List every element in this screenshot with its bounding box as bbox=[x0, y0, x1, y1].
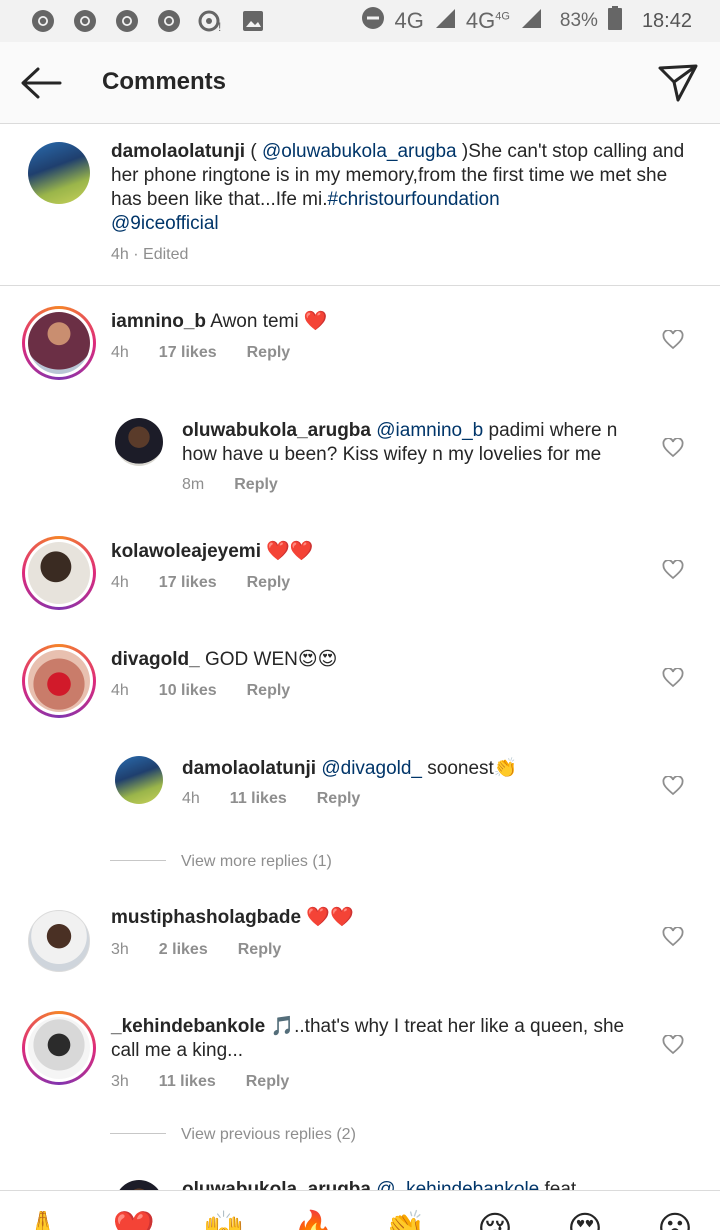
comment-text: damolaolatunji @divagold_ soonest👏 bbox=[182, 758, 518, 779]
likes-count[interactable]: 10 likes bbox=[159, 682, 217, 700]
system-status: 4G 4G4G 83% 18:42 bbox=[361, 6, 692, 36]
heart-icon[interactable] bbox=[662, 926, 684, 947]
heart-icon[interactable] bbox=[662, 437, 684, 458]
likes-count[interactable]: 11 likes bbox=[230, 790, 287, 808]
comment-meta: 4h 17 likes Reply bbox=[111, 574, 291, 592]
mention-link[interactable]: @iamnino_b bbox=[376, 420, 483, 441]
heart-icon[interactable] bbox=[662, 329, 684, 350]
emoji-quick-bar: 🙏 ❤️ 🙌 🔥 👏 😢 😍 😮 bbox=[0, 1190, 720, 1230]
caption-username[interactable]: damolaolatunji bbox=[111, 141, 245, 162]
reply-button[interactable]: Reply bbox=[234, 476, 278, 494]
mention-link[interactable]: @9iceofficial bbox=[111, 213, 219, 234]
comment-text: iamnino_b Awon temi ❤️ bbox=[111, 311, 328, 332]
image-icon bbox=[240, 8, 266, 34]
comment-text: mustiphasholagbade ❤️❤️ bbox=[111, 907, 354, 928]
signal-icon bbox=[434, 7, 456, 35]
status-bar: ! 4G 4G4G 83% 18:42 bbox=[0, 0, 720, 42]
chrome-icon bbox=[156, 8, 182, 34]
emoji-button[interactable]: 😮 bbox=[653, 1209, 697, 1230]
emoji-button[interactable]: 🙏 bbox=[21, 1209, 65, 1230]
sync-icon: ! bbox=[198, 8, 224, 34]
comment-text: oluwabukola_arugba @_kehindebankole feat bbox=[182, 1178, 642, 1190]
hashtag-link[interactable]: #christourfoundation bbox=[328, 189, 500, 210]
comment-meta: 3h 2 likes Reply bbox=[111, 941, 282, 959]
battery-icon bbox=[607, 6, 622, 36]
avatar[interactable] bbox=[115, 756, 163, 804]
avatar[interactable] bbox=[22, 536, 96, 610]
heart-icon[interactable] bbox=[662, 559, 684, 580]
arrow-left-icon[interactable] bbox=[18, 64, 64, 102]
caption-text: damolaolatunji ( @oluwabukola_arugba )Sh… bbox=[111, 141, 685, 234]
reply-button[interactable]: Reply bbox=[247, 344, 291, 362]
emoji-button[interactable]: 👏 bbox=[383, 1209, 427, 1230]
likes-count[interactable]: 17 likes bbox=[159, 574, 217, 592]
svg-text:!: ! bbox=[218, 20, 221, 33]
comment-meta: 4h 10 likes Reply bbox=[111, 682, 291, 700]
comment-meta: 3h 11 likes Reply bbox=[111, 1073, 290, 1091]
divider bbox=[110, 1133, 166, 1134]
signal-icon bbox=[520, 7, 542, 35]
reply-button[interactable]: Reply bbox=[247, 682, 291, 700]
likes-count[interactable]: 11 likes bbox=[159, 1073, 216, 1091]
heart-icon[interactable] bbox=[662, 775, 684, 796]
mention-link[interactable]: @oluwabukola_arugba bbox=[262, 141, 457, 162]
avatar[interactable] bbox=[115, 418, 163, 466]
reply-button[interactable]: Reply bbox=[317, 790, 361, 808]
page-title: Comments bbox=[102, 68, 227, 95]
dnd-icon bbox=[361, 6, 385, 36]
chrome-icon bbox=[114, 8, 140, 34]
chrome-icon bbox=[30, 8, 56, 34]
post-caption: damolaolatunji ( @oluwabukola_arugba )Sh… bbox=[0, 124, 720, 286]
comment-text: oluwabukola_arugba @iamnino_b padimi whe… bbox=[182, 420, 618, 465]
battery-percent: 83% bbox=[559, 10, 598, 31]
comment-meta: 4h 11 likes Reply bbox=[182, 790, 361, 808]
avatar[interactable] bbox=[22, 644, 96, 718]
chrome-icon bbox=[72, 8, 98, 34]
network-type: 4G bbox=[394, 8, 424, 33]
emoji-button[interactable]: ❤️ bbox=[112, 1209, 156, 1230]
avatar[interactable] bbox=[22, 1011, 96, 1085]
likes-count[interactable]: 17 likes bbox=[159, 344, 217, 362]
reply-button[interactable]: Reply bbox=[238, 941, 282, 959]
notification-icons: ! bbox=[30, 8, 266, 34]
comment-text: kolawoleajeyemi ❤️❤️ bbox=[111, 541, 314, 562]
emoji-button[interactable]: 🔥 bbox=[292, 1209, 336, 1230]
view-previous-replies-link[interactable]: View previous replies (2) bbox=[181, 1126, 356, 1144]
mention-link[interactable]: @divagold_ bbox=[321, 758, 422, 779]
avatar[interactable] bbox=[28, 142, 90, 204]
avatar[interactable] bbox=[28, 910, 90, 972]
mention-link[interactable]: @_kehindebankole bbox=[376, 1179, 539, 1190]
reply-button[interactable]: Reply bbox=[247, 574, 291, 592]
divider bbox=[110, 860, 166, 861]
heart-icon[interactable] bbox=[662, 667, 684, 688]
avatar[interactable] bbox=[22, 306, 96, 380]
reply-button[interactable]: Reply bbox=[246, 1073, 290, 1091]
heart-icon[interactable] bbox=[662, 1034, 684, 1055]
comment-meta: 8m Reply bbox=[182, 476, 278, 494]
emoji-button[interactable]: 😍 bbox=[563, 1209, 607, 1230]
caption-meta: 4h · Edited bbox=[111, 246, 189, 263]
comment-text: _kehindebankole 🎵..that's why I treat he… bbox=[111, 1016, 625, 1061]
clock: 18:42 bbox=[641, 9, 692, 32]
app-bar: Comments bbox=[0, 42, 720, 124]
avatar[interactable] bbox=[115, 1180, 163, 1190]
emoji-button[interactable]: 🙌 bbox=[202, 1209, 246, 1230]
list-item: oluwabukola_arugba @_kehindebankole feat bbox=[0, 1170, 720, 1190]
comment-text: divagold_ GOD WEN😍😍 bbox=[111, 649, 338, 670]
network-type-2: 4G4G bbox=[465, 8, 510, 33]
view-more-replies-link[interactable]: View more replies (1) bbox=[181, 853, 332, 871]
paper-plane-icon[interactable] bbox=[656, 60, 700, 104]
emoji-button[interactable]: 😢 bbox=[473, 1209, 517, 1230]
comment-meta: 4h 17 likes Reply bbox=[111, 344, 291, 362]
likes-count[interactable]: 2 likes bbox=[159, 941, 208, 959]
